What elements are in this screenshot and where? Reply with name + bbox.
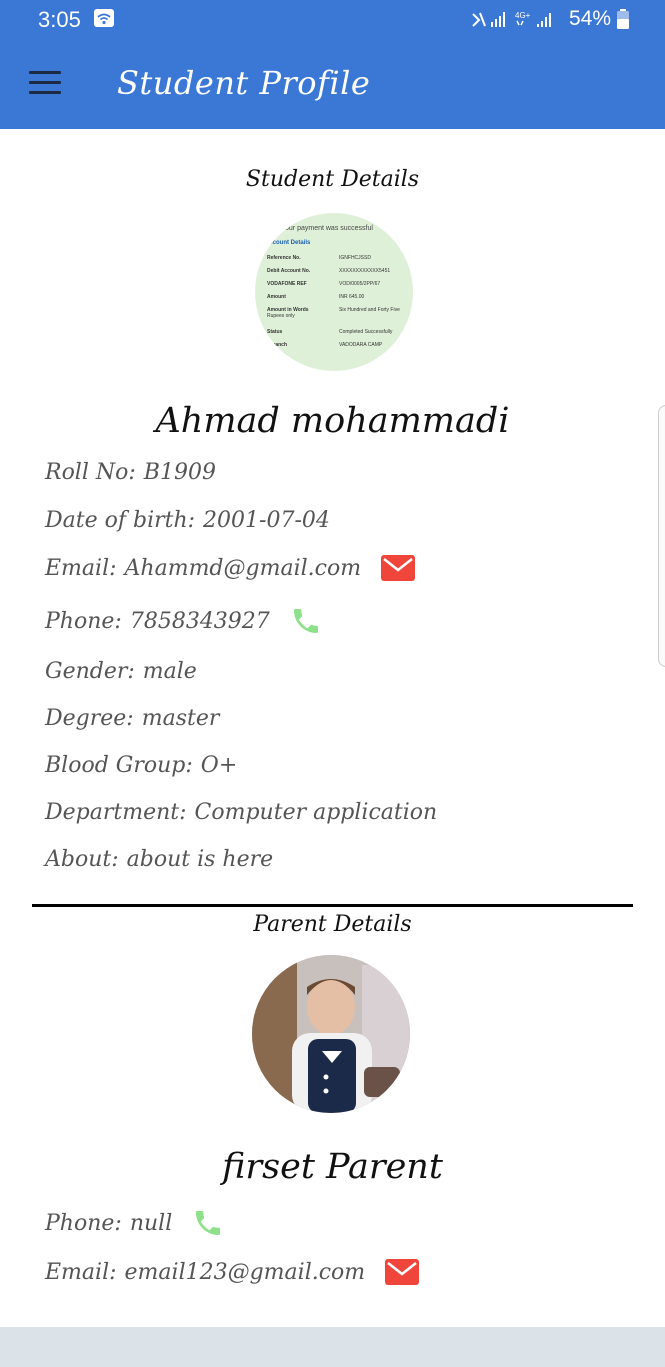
student-avatar: Your payment was successful Account Deta…	[255, 213, 413, 371]
field-value: B1909	[143, 460, 216, 485]
field-value: null	[129, 1210, 173, 1236]
field-label: Department:	[45, 800, 187, 825]
edge-panel-handle[interactable]	[658, 405, 665, 667]
blood-group-row: Blood Group: O+	[45, 753, 237, 778]
field-label: Date of birth:	[45, 508, 196, 533]
degree-row: Degree: master	[45, 706, 219, 731]
receipt-row: Debit Account No. XXXXXXXXXXXX5451	[267, 268, 391, 274]
field-label: About:	[45, 847, 119, 872]
field-value: master	[141, 706, 220, 731]
phone-icon[interactable]	[290, 605, 322, 637]
field-value: about is here	[126, 847, 274, 872]
receipt-row: Amount in Words Six Hundred and Forty Fiv…	[267, 307, 400, 319]
receipt-row: Reference No. IGNFHCJSSD	[267, 255, 371, 261]
receipt-section: Account Details	[265, 240, 311, 246]
field-label: Gender:	[45, 659, 135, 684]
email-row: Email: Ahammd@gmail.com	[45, 555, 416, 581]
profile-content[interactable]: Student Details Your payment was success…	[0, 129, 665, 1327]
roll-no-row: Roll No: B1909	[45, 460, 216, 485]
department-row: Department: Computer application	[45, 800, 437, 825]
mail-icon[interactable]	[385, 1259, 420, 1285]
parent-phone-row: Phone: null	[45, 1207, 224, 1239]
gender-row: Gender: male	[45, 659, 197, 684]
section-divider	[32, 904, 633, 907]
field-value: male	[142, 659, 197, 684]
wifi-icon	[94, 9, 114, 27]
svg-text:4G+: 4G+	[515, 11, 531, 20]
field-label: Phone:	[45, 608, 122, 634]
field-value: 2001-07-04	[203, 508, 330, 533]
field-value: Ahammd@gmail.com	[124, 555, 362, 581]
parent-details-heading: Parent Details	[253, 912, 412, 937]
field-label: Roll No:	[45, 460, 136, 485]
field-label: Phone:	[45, 1210, 122, 1236]
parent-photo	[252, 955, 410, 1113]
page-title: Student Profile	[117, 64, 371, 102]
mail-icon[interactable]	[381, 555, 416, 581]
receipt-title: Your payment was successful	[281, 225, 373, 232]
field-label: Email:	[45, 1259, 117, 1285]
receipt-row: Status Completed Successfully	[267, 329, 393, 335]
field-value: Computer application	[194, 800, 438, 825]
bottom-bar	[0, 1327, 665, 1367]
status-bar: 3:05 4G+ 54%	[0, 0, 665, 40]
battery-percent: 54%	[568, 7, 611, 30]
signal-icon: 4G+	[472, 11, 551, 27]
menu-icon[interactable]	[29, 71, 61, 95]
field-label: Blood Group:	[45, 753, 193, 778]
status-time: 3:05	[38, 7, 81, 32]
battery-icon	[617, 9, 629, 29]
app-bar: Student Profile	[0, 40, 665, 129]
field-label: Degree:	[45, 706, 134, 731]
status-right: 4G+ 54%	[471, 7, 629, 31]
dob-row: Date of birth: 2001-07-04	[45, 508, 330, 533]
about-row: About: about is here	[45, 847, 273, 872]
receipt-row: l Branch VADODARA CAMP	[267, 342, 383, 348]
parent-name: firset Parent	[222, 1147, 443, 1187]
field-label: Email:	[45, 555, 117, 581]
student-details-heading: Student Details	[245, 167, 420, 192]
field-value: O+	[200, 753, 238, 778]
parent-email-row: Email: email123@gmail.com	[45, 1259, 420, 1285]
receipt-row: VODAFONE REF VOD/0005/2PP/67	[267, 281, 381, 287]
phone-row: Phone: 7858343927	[45, 605, 322, 637]
field-value: email123@gmail.com	[124, 1259, 366, 1285]
phone-icon[interactable]	[192, 1207, 224, 1239]
parent-avatar	[252, 955, 410, 1113]
receipt-row: Amount INR 645.00	[267, 294, 365, 300]
field-value: 7858343927	[129, 608, 270, 634]
student-name: Ahmad mohammadi	[155, 401, 510, 441]
